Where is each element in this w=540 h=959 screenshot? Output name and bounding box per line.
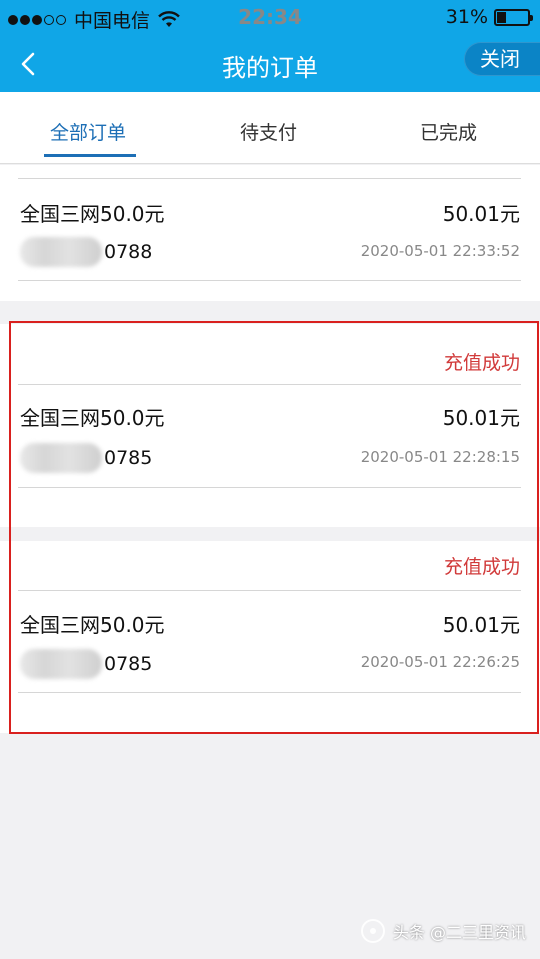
tab-all-orders[interactable]: 全部订单 (50, 118, 126, 145)
order-time: 2020-05-01 22:33:52 (360, 242, 520, 260)
order-amount: 50.01元 (442, 406, 520, 430)
masked-phone-prefix (20, 649, 102, 679)
battery-percent: 31% (445, 6, 488, 28)
order-product: 全国三网50.0元 (20, 202, 165, 226)
divider (18, 178, 521, 179)
order-product: 全国三网50.0元 (20, 406, 165, 430)
order-amount: 50.01元 (442, 202, 520, 226)
phone-suffix: 0785 (104, 447, 153, 469)
close-button[interactable]: 关闭 (464, 42, 540, 76)
phone-suffix: 0788 (104, 241, 153, 263)
masked-phone-prefix (20, 237, 102, 267)
order-status: 充值成功 (443, 352, 520, 374)
order-status: 充值成功 (443, 556, 520, 578)
order-time: 2020-05-01 22:26:25 (360, 653, 520, 671)
watermark-text: 头条 @二三里资讯 (392, 923, 526, 942)
status-bar-right: 31% (445, 6, 533, 28)
order-phone: 0788 (20, 237, 152, 267)
phone-suffix: 0785 (104, 653, 153, 675)
order-card[interactable]: 充值成功 全国三网50.0元 50.01元 0785 2020-05-01 22… (0, 324, 540, 527)
divider (18, 384, 521, 385)
tab-pending-payment[interactable]: 待支付 (240, 118, 297, 145)
watermark-logo-icon (360, 919, 385, 943)
divider (18, 280, 521, 281)
divider (18, 487, 521, 488)
order-amount: 50.01元 (442, 613, 520, 637)
order-phone: 0785 (20, 443, 152, 473)
tab-completed[interactable]: 已完成 (420, 118, 477, 145)
status-bar: 中国电信 22:34 31% (0, 0, 540, 36)
divider (18, 590, 521, 591)
order-card[interactable]: 全国三网50.0元 50.01元 0788 2020-05-01 22:33:5… (0, 165, 540, 301)
order-card[interactable]: 充值成功 全国三网50.0元 50.01元 0785 2020-05-01 22… (0, 541, 540, 733)
masked-phone-prefix (20, 443, 102, 473)
divider (18, 692, 521, 693)
battery-icon (494, 8, 533, 26)
nav-bar: 我的订单 关闭 (0, 36, 540, 92)
tab-active-indicator (44, 154, 136, 157)
order-tabs: 全部订单 待支付 已完成 (0, 92, 540, 164)
order-phone: 0785 (20, 649, 152, 679)
page-title: 我的订单 (222, 54, 318, 82)
watermark: 头条 @二三里资讯 (360, 911, 526, 951)
order-product: 全国三网50.0元 (20, 613, 165, 637)
order-time: 2020-05-01 22:28:15 (360, 448, 520, 466)
